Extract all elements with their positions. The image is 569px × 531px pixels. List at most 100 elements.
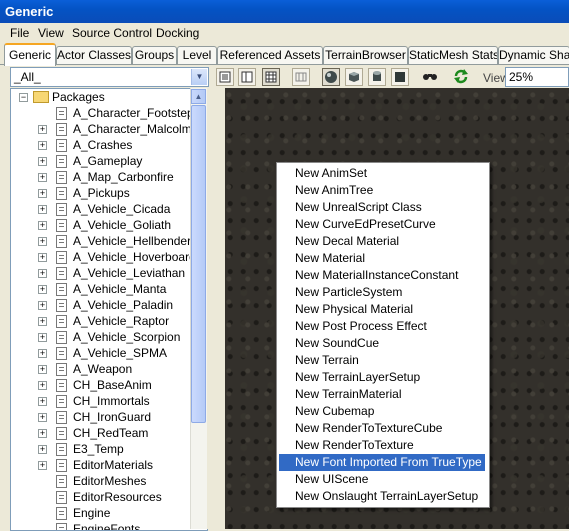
window-title-bar: Generic: [0, 0, 569, 23]
tree-item-label: A_Weapon: [73, 362, 133, 376]
expand-icon[interactable]: +: [38, 381, 47, 390]
window-title: Generic: [5, 4, 54, 19]
context-menu-item[interactable]: New RenderToTextureCube: [279, 420, 485, 437]
context-menu-item[interactable]: New UnrealScript Class: [279, 199, 485, 216]
package-icon: [56, 283, 67, 296]
context-menu-item[interactable]: New RenderToTexture: [279, 437, 485, 454]
expand-icon[interactable]: +: [38, 253, 47, 262]
split-view-icon[interactable]: [238, 68, 256, 86]
tab-staticmesh-stats[interactable]: StaticMesh Stats: [408, 46, 498, 64]
context-menu-item[interactable]: New Font Imported From TrueType: [279, 454, 485, 471]
package-icon: [56, 523, 67, 530]
collapse-icon[interactable]: −: [19, 93, 28, 102]
expand-icon[interactable]: +: [38, 429, 47, 438]
package-icon: [56, 347, 67, 360]
context-menu-item[interactable]: New Material: [279, 250, 485, 267]
context-menu-item[interactable]: New Onslaught TerrainLayerSetup: [279, 488, 485, 505]
tree-item-label: A_Vehicle_Goliath: [73, 218, 172, 232]
scroll-up-icon[interactable]: ▲: [191, 89, 206, 104]
expand-icon[interactable]: +: [38, 157, 47, 166]
tree-item-label: EditorMeshes: [73, 474, 147, 488]
tree-item-label: EditorMaterials: [73, 458, 154, 472]
plane-preview-icon[interactable]: [391, 68, 409, 86]
context-menu-item[interactable]: New MaterialInstanceConstant: [279, 267, 485, 284]
context-menu-item[interactable]: New TerrainLayerSetup: [279, 369, 485, 386]
tab-actor-classes[interactable]: Actor Classes: [56, 46, 132, 64]
tab-groups[interactable]: Groups: [132, 46, 177, 64]
expand-icon[interactable]: +: [38, 221, 47, 230]
context-menu-item[interactable]: New SoundCue: [279, 335, 485, 352]
menu-source-control[interactable]: Source Control: [72, 26, 152, 40]
tree-item-label: A_Character_Footsteps: [73, 106, 200, 120]
expand-icon[interactable]: +: [38, 125, 47, 134]
context-menu-item[interactable]: New AnimTree: [279, 182, 485, 199]
package-icon: [56, 107, 67, 120]
cube-preview-icon[interactable]: [345, 68, 363, 86]
context-menu-item[interactable]: New Post Process Effect: [279, 318, 485, 335]
context-menu-item[interactable]: New UIScene: [279, 471, 485, 488]
list-view-icon[interactable]: [216, 68, 234, 86]
expand-icon[interactable]: +: [38, 317, 47, 326]
scroll-thumb[interactable]: [191, 105, 206, 423]
context-menu-item[interactable]: New TerrainMaterial: [279, 386, 485, 403]
expand-icon[interactable]: +: [38, 173, 47, 182]
tab-dynamic-shadows[interactable]: Dynamic Shad: [498, 46, 569, 64]
tab-generic[interactable]: Generic: [4, 43, 56, 66]
expand-icon[interactable]: +: [38, 205, 47, 214]
tree-item-label: EditorResources: [73, 490, 162, 504]
menu-docking[interactable]: Docking: [156, 26, 199, 40]
tree-item-label: A_Pickups: [73, 186, 130, 200]
package-icon: [56, 267, 67, 280]
chevron-down-icon[interactable]: ▼: [191, 69, 207, 85]
browser-tabs: Generic Actor Classes Groups Level Refer…: [0, 43, 569, 66]
tab-referenced-assets[interactable]: Referenced Assets: [217, 46, 323, 64]
cylinder-preview-icon[interactable]: [368, 68, 386, 86]
tree-scrollbar[interactable]: ▲: [190, 88, 207, 529]
grid-icon[interactable]: [292, 68, 310, 86]
expand-icon[interactable]: +: [38, 301, 47, 310]
package-icon: [56, 315, 67, 328]
thumbnail-view-icon[interactable]: [262, 68, 280, 86]
expand-icon[interactable]: +: [38, 189, 47, 198]
expand-icon[interactable]: +: [38, 285, 47, 294]
package-icon: [56, 491, 67, 504]
tree-item-label: A_Vehicle_Hoverboard: [73, 250, 196, 264]
refresh-icon[interactable]: [452, 68, 470, 86]
context-menu-item[interactable]: New Terrain: [279, 352, 485, 369]
context-menu-item[interactable]: New CurveEdPresetCurve: [279, 216, 485, 233]
tree-item-label: A_Vehicle_SPMA: [73, 346, 168, 360]
expand-icon[interactable]: +: [38, 461, 47, 470]
package-icon: [56, 235, 67, 248]
context-menu-item[interactable]: New AnimSet: [279, 165, 485, 182]
tab-terrain-browser[interactable]: TerrainBrowser: [323, 46, 408, 64]
package-filter-value: _All_: [14, 70, 41, 84]
package-icon: [56, 187, 67, 200]
expand-icon[interactable]: +: [38, 333, 47, 342]
find-icon[interactable]: [421, 68, 439, 86]
expand-icon[interactable]: +: [38, 237, 47, 246]
menu-view[interactable]: View: [38, 26, 64, 40]
panel-splitter[interactable]: [207, 88, 225, 529]
sphere-preview-icon[interactable]: [322, 68, 340, 86]
package-icon: [56, 251, 67, 264]
zoom-value: 25%: [509, 70, 534, 84]
expand-icon[interactable]: +: [38, 141, 47, 150]
browser-toolbar: _All_ ▼ View 25%: [0, 65, 569, 89]
expand-icon[interactable]: +: [38, 397, 47, 406]
expand-icon[interactable]: +: [38, 413, 47, 422]
context-menu-item[interactable]: New ParticleSystem: [279, 284, 485, 301]
zoom-dropdown[interactable]: 25%: [505, 67, 569, 87]
expand-icon[interactable]: +: [38, 365, 47, 374]
expand-icon[interactable]: +: [38, 349, 47, 358]
context-menu-item[interactable]: New Cubemap: [279, 403, 485, 420]
menu-file[interactable]: File: [10, 26, 29, 40]
tree-item-label: E3_Temp: [73, 442, 124, 456]
package-icon: [56, 219, 67, 232]
expand-icon[interactable]: +: [38, 269, 47, 278]
context-menu-item[interactable]: New Physical Material: [279, 301, 485, 318]
tree-item-label: Engine: [73, 506, 111, 520]
expand-icon[interactable]: +: [38, 445, 47, 454]
tab-level[interactable]: Level: [177, 46, 217, 64]
context-menu-item[interactable]: New Decal Material: [279, 233, 485, 250]
package-filter-dropdown[interactable]: _All_ ▼: [10, 67, 209, 87]
